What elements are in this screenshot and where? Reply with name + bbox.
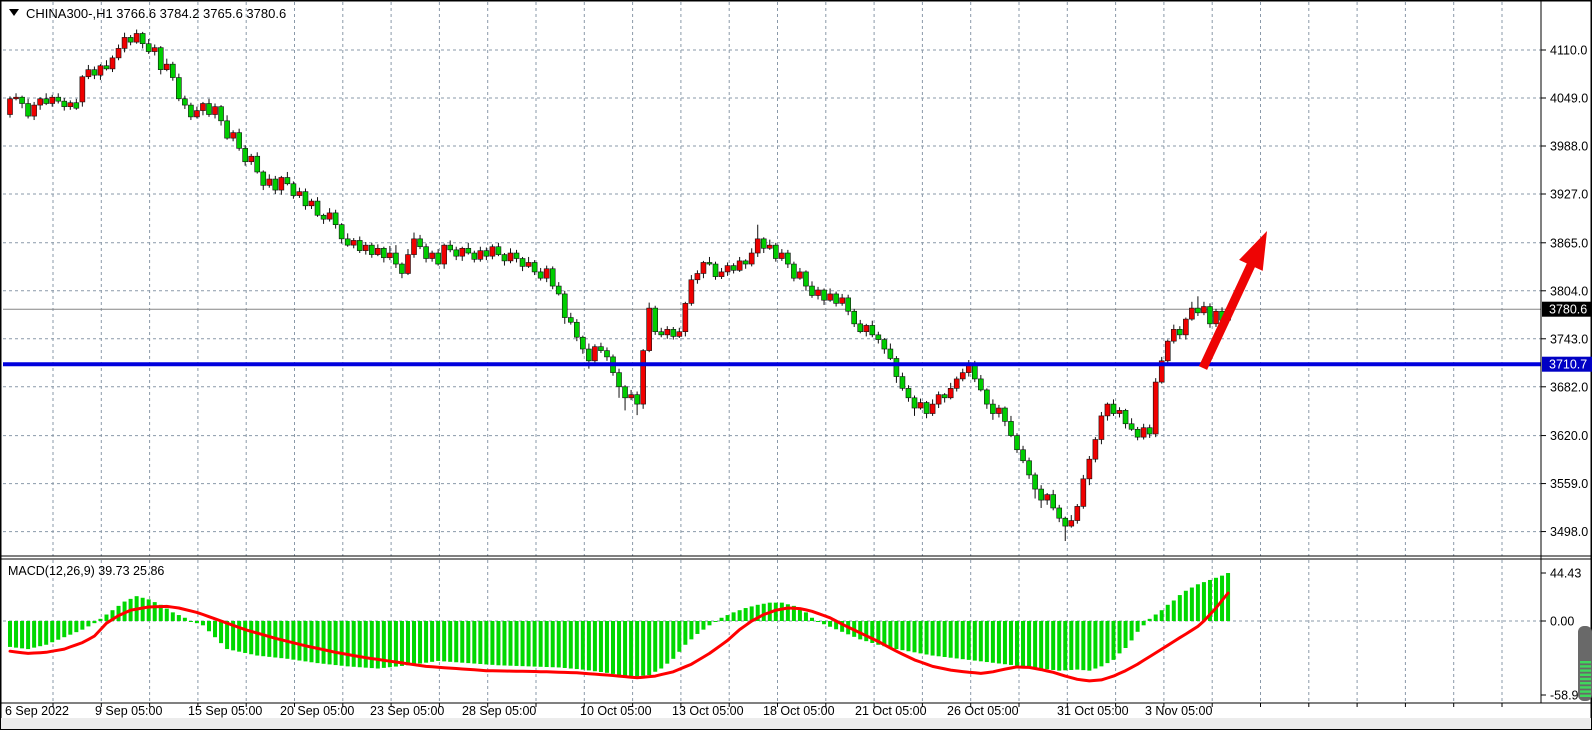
time-tick-label: 26 Oct 05:00 (947, 704, 1019, 718)
price-tick-label: 3865.0 (1550, 236, 1588, 250)
macd-tick-label: 0.00 (1550, 615, 1574, 629)
svg-text:3710.7: 3710.7 (1549, 358, 1587, 372)
macd-tick-label: 44.43 (1550, 567, 1581, 581)
time-tick-label: 10 Oct 05:00 (580, 704, 652, 718)
price-tick-label: 3988.0 (1550, 140, 1588, 154)
svg-text:3780.6: 3780.6 (1549, 303, 1587, 317)
support-price-box: 3710.7 (1542, 357, 1592, 372)
price-tick-label: 3498.0 (1550, 525, 1588, 539)
price-tick-label: 3804.0 (1550, 284, 1588, 298)
time-tick-label: 23 Sep 05:00 (370, 704, 444, 718)
scroll-widget[interactable] (1578, 626, 1592, 701)
time-tick-label: 15 Sep 05:00 (188, 704, 262, 718)
macd-indicator-label: MACD(12,26,9) 39.73 25.86 (8, 564, 164, 578)
price-tick-label: 3682.0 (1550, 380, 1588, 394)
current-price-box: 3780.6 (1542, 302, 1592, 317)
chart-canvas[interactable]: 4110.0 4049.0 3988.0 3927.0 3865.0 3804.0 3743… (0, 0, 1592, 730)
time-tick-label: 9 Sep 05:00 (95, 704, 162, 718)
time-tick-label: 13 Oct 05:00 (672, 704, 744, 718)
time-tick-label: 3 Nov 05:00 (1145, 704, 1212, 718)
time-tick-label: 21 Oct 05:00 (855, 704, 927, 718)
time-tick-label: 18 Oct 05:00 (763, 704, 835, 718)
price-tick-label: 4049.0 (1550, 92, 1588, 106)
time-tick-label: 28 Sep 05:00 (462, 704, 536, 718)
price-tick-label: 4110.0 (1550, 44, 1587, 58)
time-tick-label: 31 Oct 05:00 (1057, 704, 1129, 718)
price-tick-label: 3620.0 (1550, 429, 1588, 443)
mt4-chart-window: 4110.0 4049.0 3988.0 3927.0 3865.0 3804.0 3743… (0, 0, 1592, 730)
time-tick-label: 20 Sep 05:00 (280, 704, 354, 718)
bottom-strip (1, 718, 1591, 729)
symbol-title: CHINA300-,H1 3766.6 3784.2 3765.6 3780.6 (26, 6, 286, 21)
price-tick-label: 3559.0 (1550, 477, 1588, 491)
price-tick-label: 3927.0 (1550, 188, 1588, 202)
price-tick-label: 3743.0 (1550, 332, 1588, 346)
time-tick-label: 6 Sep 2022 (5, 704, 69, 718)
